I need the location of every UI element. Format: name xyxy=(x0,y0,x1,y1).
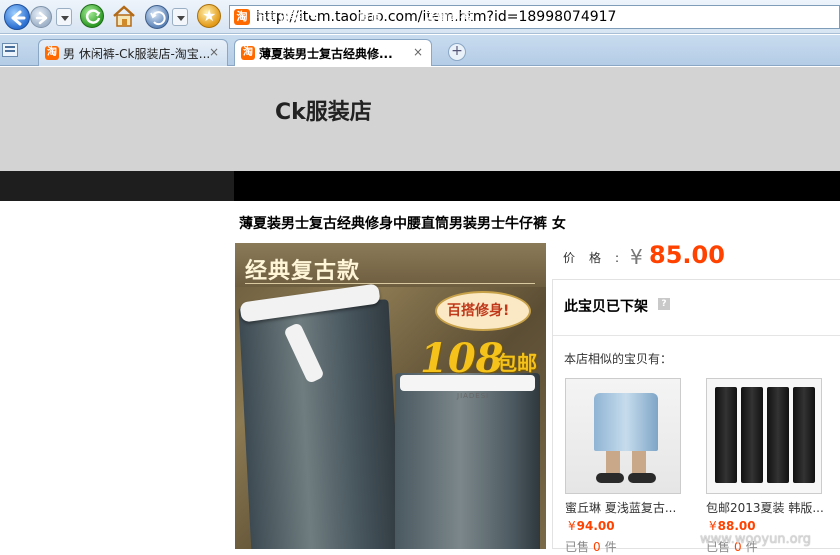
address-bar[interactable]: 淘 http://item.taobao.com/item.htm?id=189… xyxy=(229,5,840,29)
forward-button[interactable] xyxy=(30,6,52,28)
divider xyxy=(553,335,840,336)
tab-label: 男 休闲裤-Ck服装店-淘宝... xyxy=(63,47,211,61)
taobao-favicon: 淘 xyxy=(45,46,59,60)
currency-symbol: ¥ xyxy=(709,519,717,533)
new-tab-icon[interactable]: + xyxy=(448,43,466,61)
currency-symbol: ¥ xyxy=(568,519,576,533)
brand-print: JIADESI xyxy=(457,392,490,400)
favorites-star-icon: ★ xyxy=(202,6,217,25)
refresh-icon xyxy=(85,9,101,24)
back-button[interactable] xyxy=(4,4,30,30)
similar-items-label: 本店相似的宝贝有： xyxy=(564,352,673,366)
close-icon[interactable]: × xyxy=(209,45,219,59)
item-status-panel: 此宝贝已下架 ? 本店相似的宝贝有： 蜜丘琳 夏浅蓝复古... ¥94.00 已… xyxy=(552,279,840,554)
shop-name[interactable]: Ck服装店 xyxy=(275,94,372,126)
similar-item-name[interactable]: 包邮2013夏装 韩版... xyxy=(706,499,824,516)
close-icon[interactable]: × xyxy=(413,45,423,59)
recent-pages-dropdown[interactable] xyxy=(56,8,72,26)
forward-icon xyxy=(35,11,48,25)
image-divider xyxy=(245,283,535,284)
shop-header: Ck服装店 xyxy=(0,67,840,171)
similar-item-image[interactable] xyxy=(565,378,681,494)
history-button[interactable] xyxy=(145,5,169,29)
product-image[interactable]: 经典复古款 JIADESI 百搭修身! 108 包邮 xyxy=(235,243,546,549)
image-heading: 经典复古款 xyxy=(245,258,361,284)
watermark: www.wooyun.org xyxy=(700,532,812,547)
price-row: 价格: ¥ 85.00 xyxy=(563,241,840,271)
nav-all-categories[interactable]: 所有分类 xyxy=(254,8,319,25)
shop-nav xyxy=(0,171,840,201)
price-label: 价格: xyxy=(563,251,634,265)
similar-item-name[interactable]: 蜜丘琳 夏浅蓝复古... xyxy=(565,499,683,516)
sold-count: 0 xyxy=(593,540,601,554)
shop-nav-inner xyxy=(234,171,840,201)
tab-list-icon[interactable] xyxy=(2,43,18,57)
taobao-favicon: 淘 xyxy=(241,46,255,60)
browser-toolbar: ★ 淘 http://item.taobao.com/item.htm?id=1… xyxy=(0,0,840,34)
tab-strip: 淘 男 休闲裤-Ck服装店-淘宝... × 淘 薄夏装男士复古经典修... × … xyxy=(0,35,840,66)
home-button[interactable] xyxy=(111,3,137,29)
price-amount: 94.00 xyxy=(576,519,615,533)
refresh-button[interactable] xyxy=(80,4,104,28)
help-icon[interactable]: ? xyxy=(658,298,670,310)
back-icon xyxy=(11,10,26,26)
item-offline-notice: 此宝贝已下架 xyxy=(564,299,648,315)
similar-item-card[interactable]: 包邮2013夏装 韩版... ¥88.00 已售 0 件 xyxy=(706,378,824,554)
tab-item-page[interactable]: 淘 薄夏装男士复古经典修... × xyxy=(234,39,432,66)
taobao-favicon: 淘 xyxy=(234,9,250,25)
tab-label: 薄夏装男士复古经典修... xyxy=(259,47,393,61)
similar-item-image[interactable] xyxy=(706,378,822,494)
history-dropdown[interactable] xyxy=(172,8,188,26)
jeans-front-illustration xyxy=(238,299,402,549)
price-amount: 88.00 xyxy=(717,519,756,533)
similar-item-card[interactable]: 蜜丘琳 夏浅蓝复古... ¥94.00 已售 0 件 xyxy=(565,378,683,554)
tab-shop-listing[interactable]: 淘 男 休闲裤-Ck服装店-淘宝... × xyxy=(38,39,228,66)
tag-text: 百搭修身! xyxy=(447,303,510,319)
nav-all-categories-label: 所有分类 xyxy=(254,10,303,24)
favorites-button[interactable]: ★ xyxy=(197,4,221,28)
item-title: 薄夏装男士复古经典修身中腰直筒男装男士牛仔裤 女 xyxy=(239,216,566,232)
chevron-down-icon xyxy=(308,12,319,20)
nav-home[interactable]: 首页 xyxy=(358,8,382,25)
similar-item-price: ¥94.00 xyxy=(568,519,615,533)
sold-prefix: 已售 xyxy=(565,540,590,554)
history-icon xyxy=(150,11,166,26)
promo-label: 包邮 xyxy=(497,351,537,375)
promo-number: 108 xyxy=(420,335,504,382)
price-value: 85.00 xyxy=(649,241,725,269)
sold-suffix: 件 xyxy=(604,540,617,554)
similar-item-price: ¥88.00 xyxy=(709,519,756,533)
nav-shop-news[interactable]: 店铺动态 xyxy=(424,8,472,25)
home-icon xyxy=(113,5,135,27)
similar-item-sold: 已售 0 件 xyxy=(565,538,617,555)
price-currency: ¥ xyxy=(630,245,643,269)
